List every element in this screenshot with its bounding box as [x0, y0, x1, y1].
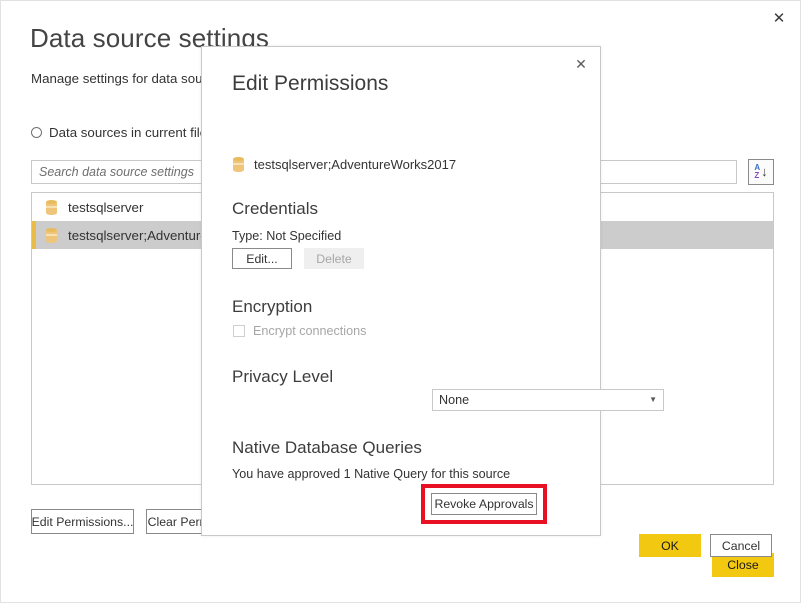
- encrypt-connections-checkbox: Encrypt connections: [233, 324, 366, 338]
- database-icon: [46, 227, 57, 243]
- dialog-close-icon[interactable]: ✕: [566, 51, 596, 77]
- radio-data-sources-current-file[interactable]: Data sources in current file: [31, 125, 207, 140]
- dialog-title: Edit Permissions: [232, 72, 389, 95]
- credentials-heading: Credentials: [232, 199, 318, 218]
- screenshot-root: ✕ Data source settings Manage settings f…: [0, 0, 801, 603]
- radio-label: Data sources in current file: [49, 125, 208, 140]
- delete-credentials-button: Delete: [304, 248, 364, 269]
- credentials-buttons: Edit... Delete: [232, 248, 364, 269]
- edit-credentials-button[interactable]: Edit...: [232, 248, 292, 269]
- encryption-heading: Encryption: [232, 297, 313, 316]
- sort-letter-bottom: Z: [754, 171, 760, 180]
- checkbox-icon: [233, 325, 245, 337]
- encrypt-connections-label: Encrypt connections: [253, 324, 367, 338]
- database-icon: [233, 157, 244, 172]
- privacy-level-select[interactable]: None ▼: [432, 389, 664, 411]
- ok-button[interactable]: OK: [639, 534, 701, 557]
- native-queries-heading: Native Database Queries: [232, 438, 422, 457]
- window-close-icon[interactable]: ✕: [762, 5, 796, 31]
- privacy-level-value: None: [439, 393, 470, 407]
- cancel-button[interactable]: Cancel: [710, 534, 772, 557]
- sort-arrow-icon: ↓: [761, 164, 768, 179]
- search-placeholder: Search data source settings: [39, 165, 194, 179]
- credentials-type-text: Type: Not Specified: [232, 229, 342, 243]
- sort-az-button[interactable]: A Z ↓: [748, 159, 774, 185]
- dialog-action-buttons: OK Cancel: [639, 534, 772, 557]
- privacy-level-heading: Privacy Level: [232, 367, 334, 386]
- edit-permissions-button[interactable]: Edit Permissions...: [31, 509, 134, 534]
- revoke-approvals-button[interactable]: Revoke Approvals: [431, 493, 537, 515]
- edit-permissions-dialog: ✕ Edit Permissions testsqlserver;Adventu…: [201, 46, 772, 557]
- dialog-source-row: testsqlserver;AdventureWorks2017: [233, 157, 456, 172]
- list-item-label: testsqlserver: [68, 199, 144, 215]
- native-queries-description: You have approved 1 Native Query for thi…: [232, 467, 511, 481]
- chevron-down-icon: ▼: [649, 395, 657, 404]
- dialog-source-label: testsqlserver;AdventureWorks2017: [254, 157, 457, 172]
- revoke-approvals-highlight: Revoke Approvals: [421, 484, 547, 524]
- sort-az-descending-icon: A Z ↓: [754, 164, 767, 180]
- database-icon: [46, 199, 57, 215]
- radio-icon: [31, 127, 42, 138]
